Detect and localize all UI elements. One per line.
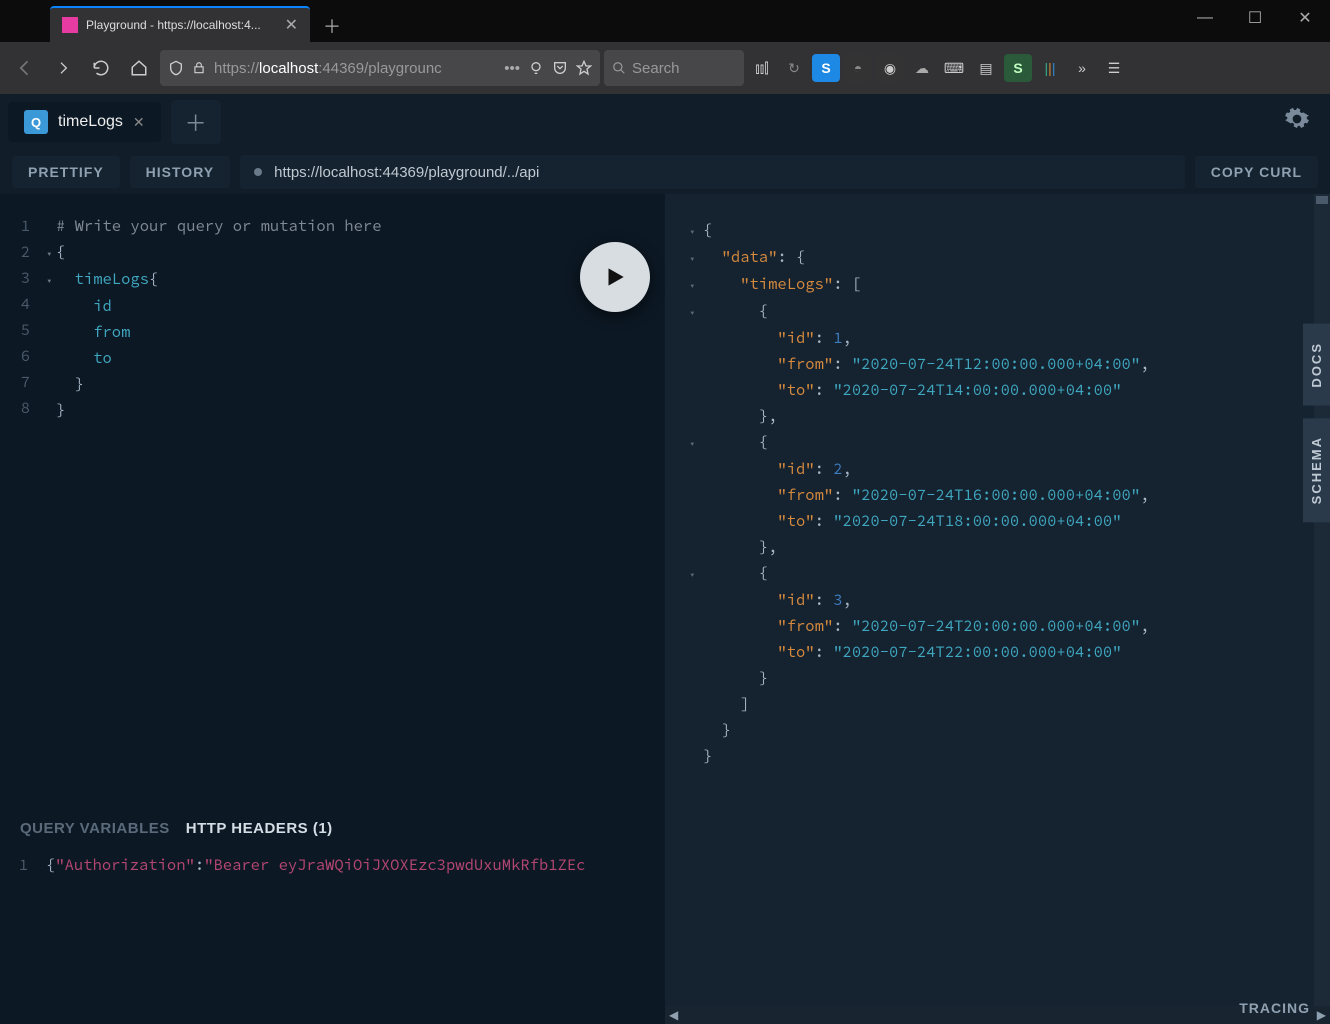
search-bar[interactable]: Search <box>604 50 744 86</box>
gear-icon <box>1284 106 1310 132</box>
columns-icon[interactable]: ||| <box>1036 54 1064 82</box>
forward-button[interactable] <box>46 51 80 85</box>
graphql-favicon-icon <box>62 17 78 33</box>
library-icon[interactable]: ⫾⫾⫿ <box>748 54 776 82</box>
tab-http-headers[interactable]: HTTP HEADERS (1) <box>186 820 333 837</box>
refresh-ext-icon[interactable]: ↻ <box>780 54 808 82</box>
browser-toolbar: https://localhost:44369/playgrounc ••• S… <box>0 42 1330 94</box>
darkreader-icon[interactable]: ◉ <box>876 54 904 82</box>
docs-tab[interactable]: DOCS <box>1303 324 1330 406</box>
search-icon <box>612 61 626 75</box>
tab-query-variables[interactable]: QUERY VARIABLES <box>20 820 170 837</box>
news-icon[interactable]: ▤ <box>972 54 1000 82</box>
extensions-bar: ⫾⫾⫿ ↻ S ◓ ◉ ☁ ⌨ ▤ S ||| » ☰ <box>748 54 1128 82</box>
window-controls: — ☐ ✕ <box>1180 0 1330 36</box>
ext-green-s-icon[interactable]: S <box>1004 54 1032 82</box>
back-button[interactable] <box>8 51 42 85</box>
lock-icon <box>192 61 206 75</box>
ext4-icon[interactable]: ☁ <box>908 54 936 82</box>
overflow-icon[interactable]: » <box>1068 54 1096 82</box>
playground-tabs: Q timeLogs ✕ ＋ <box>0 94 1330 150</box>
playground-tab[interactable]: Q timeLogs ✕ <box>8 102 161 142</box>
browser-tab[interactable]: Playground - https://localhost:4... ✕ <box>50 6 310 42</box>
endpoint-input[interactable]: https://localhost:44369/playground/../ap… <box>240 155 1185 189</box>
tracing-button[interactable]: TRACING <box>1219 992 1330 1024</box>
new-tab-button[interactable]: ＋ <box>316 10 348 42</box>
ext-s-icon[interactable]: S <box>812 54 840 82</box>
reload-button[interactable] <box>84 51 118 85</box>
close-tab-icon[interactable]: ✕ <box>285 15 298 35</box>
query-editor[interactable]: 12345678 # Write your query or mutation … <box>0 194 665 424</box>
history-button[interactable]: HISTORY <box>130 156 230 188</box>
page-actions-icon[interactable]: ••• <box>504 60 520 77</box>
shield-icon <box>168 60 184 76</box>
endpoint-text: https://localhost:44369/playground/../ap… <box>274 164 539 181</box>
url-bar[interactable]: https://localhost:44369/playgrounc ••• <box>160 50 600 86</box>
settings-button[interactable] <box>1272 106 1322 139</box>
minimize-button[interactable]: — <box>1180 0 1230 36</box>
schema-tab[interactable]: SCHEMA <box>1303 418 1330 522</box>
bulb-icon[interactable] <box>528 60 544 76</box>
editor-result-split: 12345678 # Write your query or mutation … <box>0 194 1330 1024</box>
url-text: https://localhost:44369/playgrounc <box>214 60 442 77</box>
search-placeholder: Search <box>632 60 680 77</box>
playground-tab-label: timeLogs <box>58 113 123 131</box>
action-bar: PRETTIFY HISTORY https://localhost:44369… <box>0 150 1330 194</box>
new-playground-tab-button[interactable]: ＋ <box>171 100 221 144</box>
close-window-button[interactable]: ✕ <box>1280 0 1330 36</box>
vertical-scrollbar[interactable] <box>1314 194 1330 1006</box>
ublock-icon[interactable]: ◓ <box>844 54 872 82</box>
home-button[interactable] <box>122 51 156 85</box>
playground-content: Q timeLogs ✕ ＋ PRETTIFY HISTORY https://… <box>0 94 1330 1024</box>
close-tab-icon[interactable]: ✕ <box>133 114 145 131</box>
star-icon[interactable] <box>576 60 592 76</box>
play-icon <box>602 264 628 290</box>
headers-editor[interactable]: 1 {"Authorization":"Bearer eyJraWQiOiJXO… <box>0 845 665 1024</box>
result-pane: ▾{▾ "data": {▾ "timeLogs": [▾ { "id": 1,… <box>665 194 1330 1024</box>
variables-pane: QUERY VARIABLES HTTP HEADERS (1) 1 {"Aut… <box>0 808 665 1024</box>
result-output[interactable]: ▾{▾ "data": {▾ "timeLogs": [▾ { "id": 1,… <box>665 194 1330 770</box>
query-badge-icon: Q <box>24 110 48 134</box>
browser-titlebar: Playground - https://localhost:4... ✕ ＋ … <box>0 0 1330 42</box>
status-dot-icon <box>254 168 262 176</box>
prettify-button[interactable]: PRETTIFY <box>12 156 120 188</box>
keyboard-icon[interactable]: ⌨ <box>940 54 968 82</box>
maximize-button[interactable]: ☐ <box>1230 0 1280 36</box>
pocket-icon[interactable] <box>552 60 568 76</box>
browser-tab-title: Playground - https://localhost:4... <box>86 18 261 32</box>
hamburger-icon[interactable]: ☰ <box>1100 54 1128 82</box>
copy-curl-button[interactable]: COPY CURL <box>1195 156 1318 188</box>
run-query-button[interactable] <box>580 242 650 312</box>
